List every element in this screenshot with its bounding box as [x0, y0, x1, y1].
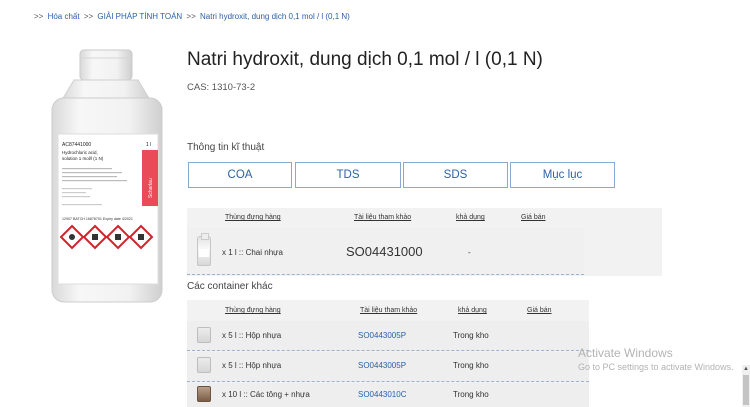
bottle-thumbnail-icon	[197, 233, 211, 266]
header-availability: khả dụng	[458, 307, 487, 314]
other-containers-heading: Các container khác	[187, 281, 273, 292]
row-container: x 1 l :: Chai nhựa	[222, 248, 283, 257]
tds-button[interactable]: TDS	[295, 162, 401, 188]
header-price: Giá bán	[521, 214, 546, 221]
scrollbar-thumb[interactable]	[743, 375, 749, 405]
breadcrumb: >> Hóa chất >> GIẢI PHÁP TÍNH TOÁN >> Na…	[32, 12, 350, 21]
label-brand: Scharlau	[148, 178, 154, 198]
breadcrumb-link-solutions[interactable]: GIẢI PHÁP TÍNH TOÁN	[97, 12, 182, 21]
cas-number: CAS: 1310-73-2	[187, 82, 256, 93]
label-name-2: solution 1 mol/l (1 N)	[62, 156, 104, 161]
coa-button[interactable]: COA	[188, 162, 292, 188]
breadcrumb-current-product[interactable]: Natri hydroxit, dung dịch 0,1 mol / l (0…	[200, 12, 350, 21]
activation-watermark-subtitle: Go to PC settings to activate Windows.	[578, 362, 734, 372]
sds-button[interactable]: SDS	[403, 162, 508, 188]
row-container: x 5 l :: Hộp nhựa	[222, 331, 282, 340]
header-container: Thùng đựng hàng	[225, 214, 281, 221]
breadcrumb-link-chemicals[interactable]: Hóa chất	[48, 12, 80, 21]
carton-thumbnail-icon	[197, 386, 211, 402]
scroll-up-arrow-icon[interactable]: ▲	[742, 365, 750, 373]
product-image: AC87441000 1 l Hydrochloric acid, soluti…	[51, 49, 163, 303]
jerrycan-thumbnail-icon	[197, 327, 211, 343]
row-container: x 10 l :: Các tông + nhựa	[222, 390, 310, 399]
row-reference-link[interactable]: SO0443005P	[358, 361, 406, 370]
header-reference: Tài liệu tham khảo	[360, 307, 418, 314]
breadcrumb-separator: >>	[186, 12, 196, 21]
row-availability: Trong kho	[453, 390, 489, 399]
label-code: AC87441000	[62, 142, 91, 148]
label-name-1: Hydrochloric acid,	[62, 150, 98, 155]
row-reference: SO04431000	[346, 244, 423, 259]
row-availability: -	[468, 248, 471, 257]
catalog-button[interactable]: Mục lục	[510, 162, 615, 188]
row-availability: Trong kho	[453, 331, 489, 340]
tech-info-heading: Thông tin kĩ thuật	[187, 142, 265, 153]
header-container: Thùng đựng hàng	[225, 307, 281, 314]
row-availability: Trong kho	[453, 361, 489, 370]
header-price: Giá bán	[527, 307, 552, 314]
row-reference-link[interactable]: SO0443005P	[358, 331, 406, 340]
product-title: Natri hydroxit, dung dịch 0,1 mol / l (0…	[187, 49, 543, 70]
header-availability: khả dụng	[456, 214, 485, 221]
label-batch: 12907 BATCH 16878701 Expiry date 4/2021	[62, 217, 133, 221]
activation-watermark-title: Activate Windows	[578, 346, 673, 360]
breadcrumb-separator: >>	[34, 12, 44, 21]
jerrycan-thumbnail-icon	[197, 357, 211, 373]
row-container: x 5 l :: Hộp nhựa	[222, 361, 282, 370]
label-size: 1 l	[146, 142, 151, 148]
breadcrumb-separator: >>	[83, 12, 94, 21]
header-reference: Tài liệu tham khảo	[354, 214, 412, 221]
row-reference-link[interactable]: SO0443010C	[358, 390, 406, 399]
